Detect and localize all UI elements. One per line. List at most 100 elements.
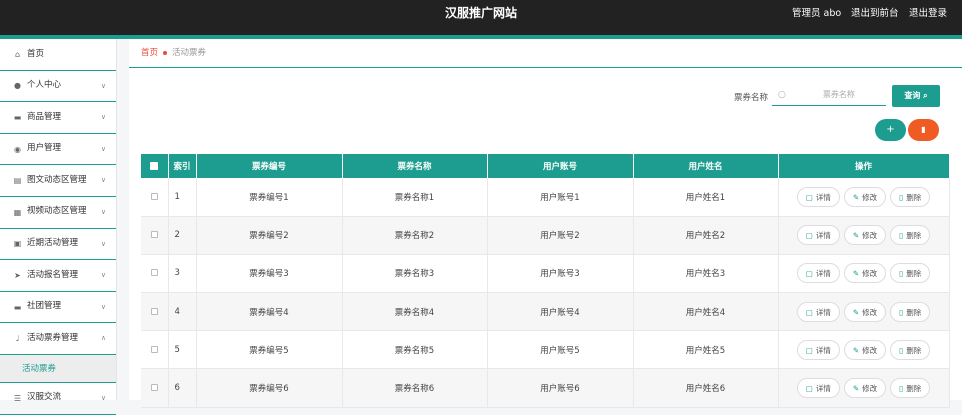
delete-button[interactable]: ▯ 删除 (890, 263, 931, 284)
cell-index: 4 (168, 292, 197, 332)
batch-delete-button[interactable]: ▮ (908, 119, 939, 141)
cell-username: 用户姓名6 (633, 368, 779, 408)
chevron-up-icon: ∧ (100, 334, 106, 343)
pin-icon: ◉ (14, 144, 21, 154)
edit-button[interactable]: ✎ 修改 (843, 263, 887, 284)
admin-label: 管理员 abo (792, 8, 842, 19)
sidebar-item-label: 用户管理 (27, 143, 62, 154)
sidebar-item-label: 视频动态区管理 (27, 206, 87, 217)
trash-icon: ▯ (899, 384, 904, 394)
delete-button[interactable]: ▯ 删除 (890, 301, 931, 322)
delete-label: 删除 (906, 345, 922, 355)
detail-button[interactable]: ▢ 详情 (796, 186, 840, 207)
row-checkbox[interactable] (150, 269, 158, 277)
row-checkbox[interactable] (150, 345, 158, 353)
search-input[interactable] (793, 90, 884, 99)
cell-index: 6 (168, 368, 197, 408)
cell-name: 票券名称1 (342, 178, 488, 217)
menu-icon: ☰ (13, 393, 22, 403)
search-icon: ⌕ (923, 91, 928, 100)
table-row: 2 票券编号2 票券名称2 用户账号2 用户姓名2 ▢ 详情 ✎ 修改 ▯ 删除 (141, 216, 950, 255)
cell-code: 票券编号6 (196, 368, 343, 408)
sidebar-item-label: 商品管理 (27, 111, 62, 122)
detail-icon: ▢ (805, 231, 813, 241)
delete-button[interactable]: ▯ 删除 (890, 339, 931, 360)
detail-button[interactable]: ▢ 详情 (796, 263, 840, 284)
select-all-checkbox[interactable] (150, 161, 159, 170)
column-header: 票券编号 (196, 154, 343, 178)
search-box: ○ (772, 84, 886, 106)
front-link[interactable]: 退出到前台 (851, 0, 899, 27)
sidebar-item-users[interactable]: ◉ 用户管理 ∨ (0, 134, 116, 166)
chevron-down-icon: ∨ (100, 302, 106, 311)
row-checkbox[interactable] (150, 231, 158, 239)
logout-link[interactable]: 退出登录 (909, 0, 947, 27)
row-checkbox[interactable] (150, 384, 158, 392)
ticket-table: 索引 票券编号 票券名称 用户账号 用户姓名 操作 1 票券编号1 票券名称1 … (141, 154, 950, 408)
sidebar-item-tickets[interactable]: ♩ 活动票券管理 ∧ (0, 323, 116, 355)
trash-icon: ▯ (899, 345, 904, 355)
edit-button[interactable]: ✎ 修改 (843, 186, 887, 207)
sidebar-item-signups[interactable]: ➤ 活动报名管理 ∨ (0, 260, 116, 292)
chevron-down-icon: ∨ (100, 207, 106, 216)
edit-button[interactable]: ✎ 修改 (843, 378, 887, 399)
add-button[interactable]: + (875, 119, 906, 141)
sidebar-item-goods[interactable]: ▬ 商品管理 ∨ (0, 102, 116, 134)
sidebar-item-events[interactable]: ▣ 近期活动管理 ∨ (0, 229, 116, 261)
cell-account: 用户账号2 (487, 216, 634, 255)
row-checkbox[interactable] (150, 307, 158, 315)
edit-button[interactable]: ✎ 修改 (843, 301, 887, 322)
cell-account: 用户账号3 (487, 254, 634, 294)
sidebar-item-exchange[interactable]: ☰ 汉服交流 ∨ (0, 383, 116, 415)
breadcrumb-home[interactable]: 首页 (141, 48, 158, 58)
sidebar-item-profile[interactable]: ● 个人中心 ∨ (0, 71, 116, 103)
search-label: 票券名称 (734, 93, 769, 103)
detail-button[interactable]: ▢ 详情 (796, 225, 840, 246)
table-row: 1 票券编号1 票券名称1 用户账号1 用户姓名1 ▢ 详情 ✎ 修改 ▯ 删除 (141, 178, 950, 217)
search-icon: ○ (778, 89, 786, 100)
table-row: 6 票券编号6 票券名称6 用户账号6 用户姓名6 ▢ 详情 ✎ 修改 ▯ 删除 (141, 368, 950, 408)
cell-username: 用户姓名2 (633, 216, 779, 255)
cell-name: 票券名称2 (342, 216, 488, 255)
cell-username: 用户姓名3 (633, 254, 779, 294)
chevron-down-icon: ∨ (100, 271, 106, 280)
edit-button[interactable]: ✎ 修改 (843, 225, 887, 246)
column-header: 用户账号 (487, 154, 634, 178)
column-header: 票券名称 (342, 154, 488, 178)
calendar-icon: ▣ (13, 239, 22, 249)
edit-icon: ✎ (852, 384, 860, 394)
cell-actions: ▢ 详情 ✎ 修改 ▯ 删除 (778, 368, 950, 408)
main-panel: 首页 活动票券 票券名称 ○ 查询 ⌕ + ▮ 索引 票券编号 票券名称 用户账号… (129, 39, 962, 408)
row-checkbox[interactable] (150, 192, 158, 200)
cell-account: 用户账号5 (487, 330, 634, 370)
sidebar-item-posts[interactable]: ▤ 图文动态区管理 ∨ (0, 165, 116, 197)
delete-button[interactable]: ▯ 删除 (890, 225, 931, 246)
delete-button[interactable]: ▯ 删除 (890, 186, 931, 207)
delete-button[interactable]: ▯ 删除 (890, 378, 931, 399)
chevron-down-icon: ∨ (100, 176, 106, 185)
detail-label: 详情 (815, 269, 831, 279)
sidebar-item-home[interactable]: ⌂ 首页 (0, 39, 116, 71)
top-bar: 汉服推广网站 管理员 abo 退出到前台 退出登录 (0, 0, 962, 35)
detail-button[interactable]: ▢ 详情 (796, 339, 840, 360)
detail-button[interactable]: ▢ 详情 (796, 378, 840, 399)
edit-button[interactable]: ✎ 修改 (843, 339, 887, 360)
detail-icon: ▢ (805, 384, 813, 394)
detail-icon: ▢ (805, 307, 813, 317)
edit-label: 修改 (862, 192, 878, 202)
sidebar-item-label: 活动票券管理 (27, 332, 79, 343)
delete-label: 删除 (906, 269, 922, 279)
detail-label: 详情 (815, 307, 831, 317)
cell-index: 5 (168, 330, 197, 370)
query-button[interactable]: 查询 ⌕ (892, 85, 940, 107)
sidebar-item-videos[interactable]: ▦ 视频动态区管理 ∨ (0, 197, 116, 229)
delete-label: 删除 (906, 384, 922, 394)
cell-actions: ▢ 详情 ✎ 修改 ▯ 删除 (778, 178, 950, 217)
edit-icon: ✎ (852, 269, 860, 279)
sidebar-item-clubs[interactable]: ▬ 社团管理 ∨ (0, 292, 116, 324)
trash-icon: ▯ (899, 231, 904, 241)
table-row: 5 票券编号5 票券名称5 用户账号5 用户姓名5 ▢ 详情 ✎ 修改 ▯ 删除 (141, 330, 950, 370)
sidebar-subitem-tickets[interactable]: 活动票券 (0, 354, 116, 383)
column-header: 操作 (778, 154, 950, 178)
detail-button[interactable]: ▢ 详情 (796, 301, 840, 322)
